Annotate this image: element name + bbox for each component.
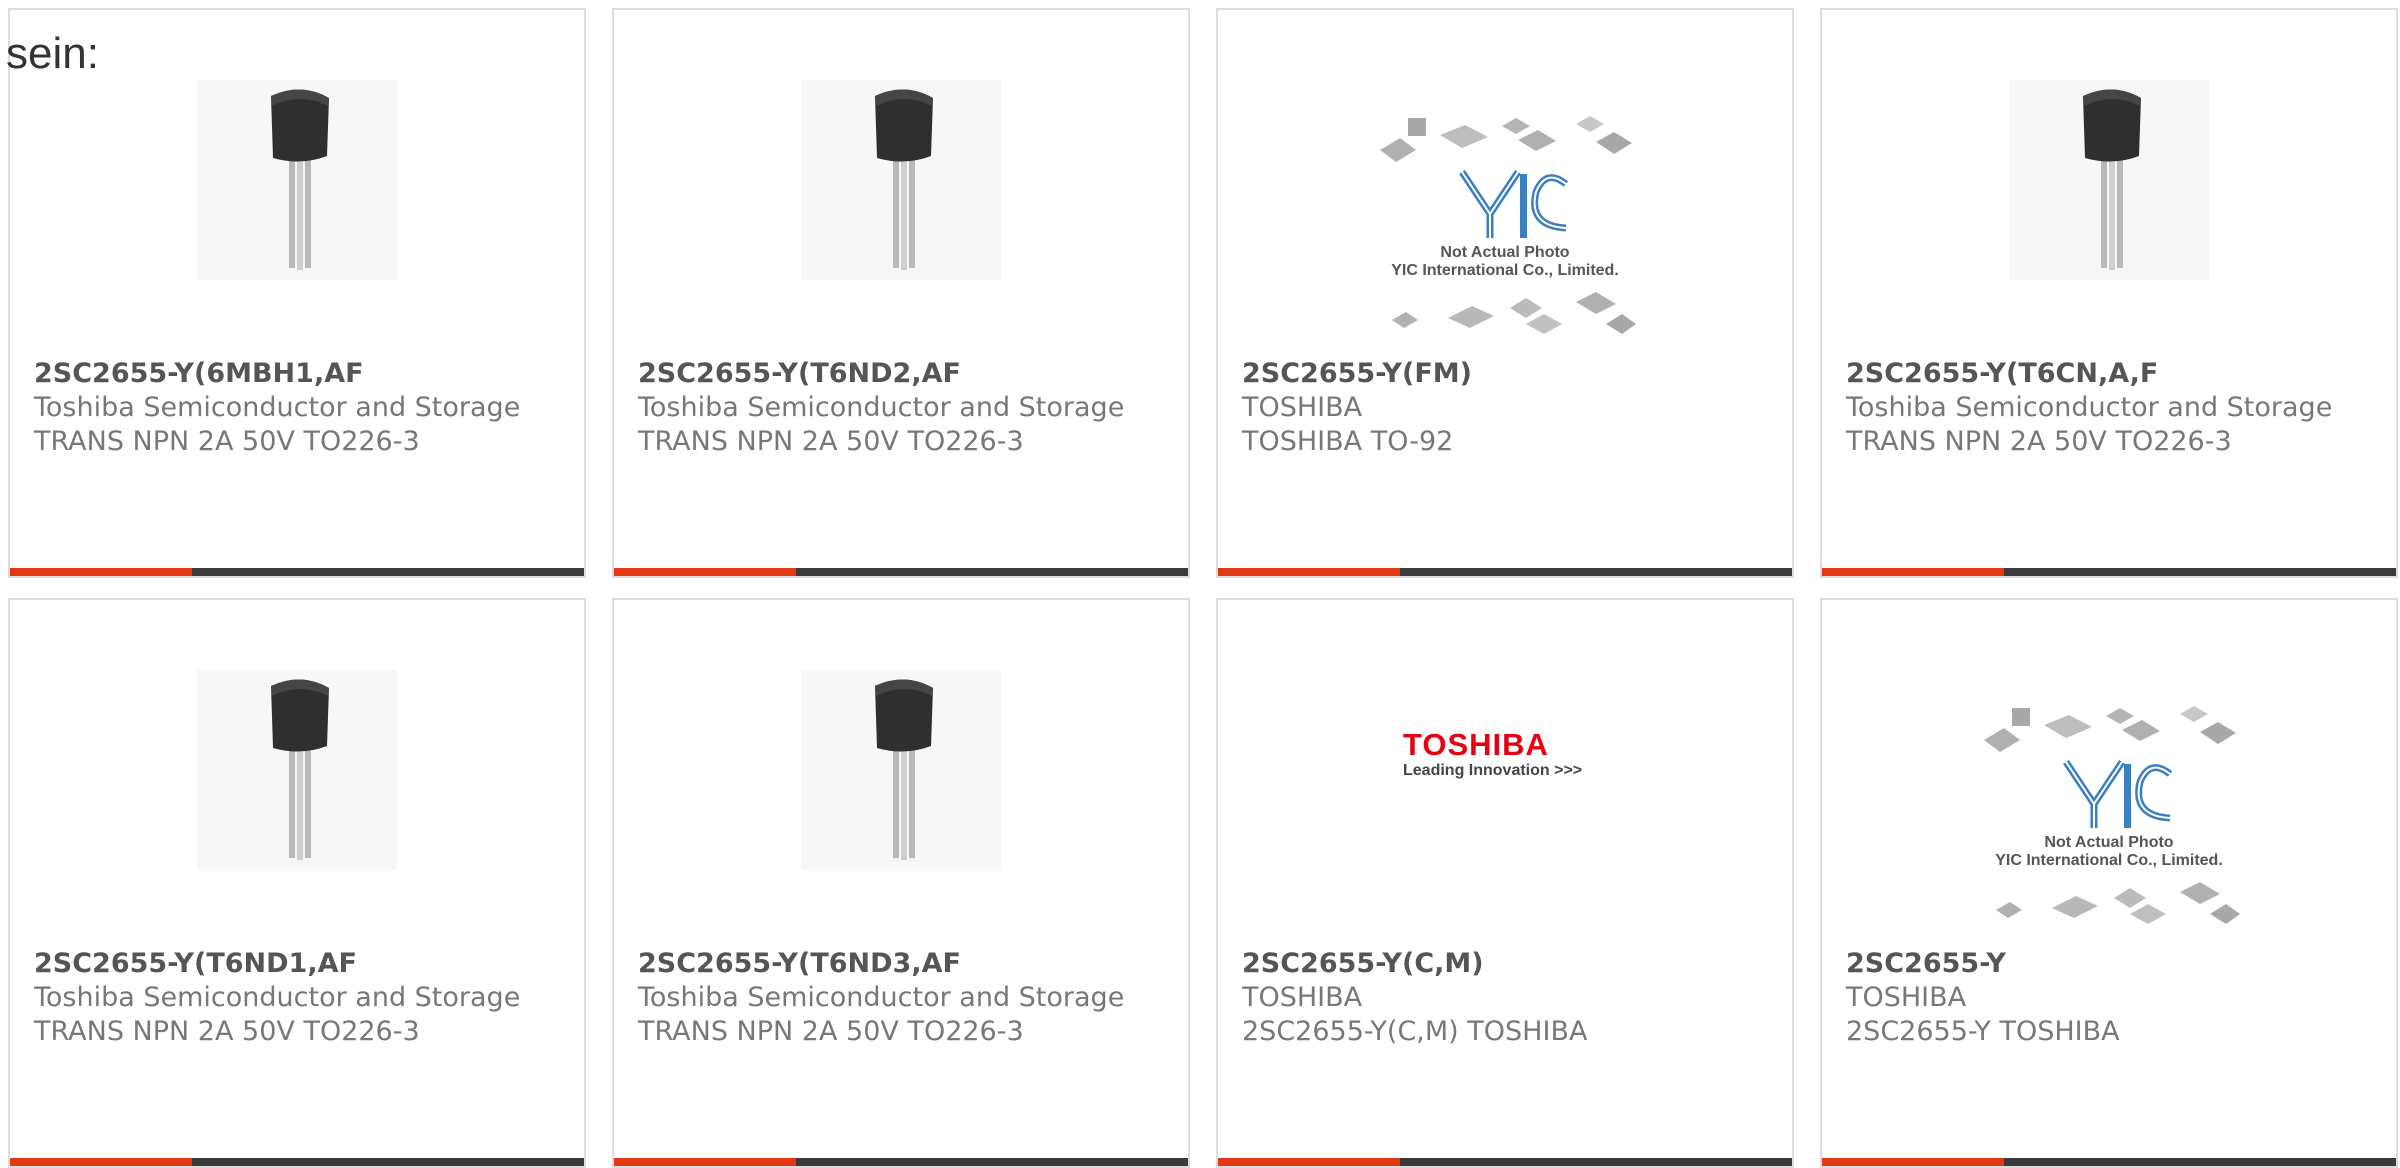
product-image[interactable] [10, 670, 584, 920]
product-manufacturer: Toshiba Semiconductor and Storage [34, 982, 521, 1013]
product-title[interactable]: 2SC2655-Y(T6ND3,AF [638, 947, 1148, 981]
product-image[interactable]: TOSHIBA Leading Innovation >>> [1218, 670, 1792, 920]
product-info: 2SC2655-Y(T6ND1,AF Toshiba Semiconductor… [34, 947, 544, 1049]
product-manufacturer: TOSHIBA [1242, 392, 1363, 423]
product-grid: 2SC2655-Y(6MBH1,AF Toshiba Semiconductor… [0, 0, 2400, 1168]
card-bottom-bar [10, 1158, 584, 1166]
card-accent [1218, 1158, 1400, 1166]
card-bottom-bar [10, 568, 584, 576]
product-card[interactable]: 2SC2655-Y(6MBH1,AF Toshiba Semiconductor… [8, 8, 586, 578]
product-description: TRANS NPN 2A 50V TO226-3 [1846, 426, 2232, 457]
product-card[interactable]: 2SC2655-Y(T6ND1,AF Toshiba Semiconductor… [8, 598, 586, 1168]
card-accent [614, 568, 796, 576]
product-card[interactable]: Not Actual Photo YIC International Co., … [1820, 598, 2398, 1168]
card-accent [10, 1158, 192, 1166]
card-bottom-bar [614, 1158, 1188, 1166]
product-info: 2SC2655-Y(T6CN,A,F Toshiba Semiconductor… [1846, 357, 2356, 459]
product-title[interactable]: 2SC2655-Y [1846, 947, 2356, 981]
card-accent [1822, 1158, 2004, 1166]
product-card[interactable]: TOSHIBA Leading Innovation >>> 2SC2655-Y… [1216, 598, 1794, 1168]
product-image[interactable] [614, 670, 1188, 920]
card-accent [1218, 568, 1400, 576]
transistor-photo-icon [2009, 80, 2209, 280]
product-title[interactable]: 2SC2655-Y(T6CN,A,F [1846, 357, 2356, 391]
transistor-photo-icon [197, 80, 397, 280]
product-manufacturer: Toshiba Semiconductor and Storage [638, 982, 1125, 1013]
chip-packages-icon [1984, 706, 2240, 924]
image-caption: Not Actual Photo [1440, 244, 1570, 261]
product-description: 2SC2655-Y(C,M) TOSHIBA [1242, 1016, 1588, 1047]
product-description: 2SC2655-Y TOSHIBA [1846, 1016, 2120, 1047]
transistor-photo-icon [197, 670, 397, 870]
card-bottom-bar [1822, 1158, 2396, 1166]
product-info: 2SC2655-Y(FM) TOSHIBA TOSHIBA TO-92 [1242, 357, 1752, 459]
product-card[interactable]: 2SC2655-Y(T6ND3,AF Toshiba Semiconductor… [612, 598, 1190, 1168]
product-description: TOSHIBA TO-92 [1242, 426, 1454, 457]
product-title[interactable]: 2SC2655-Y(T6ND2,AF [638, 357, 1148, 391]
product-image[interactable] [614, 80, 1188, 330]
product-card[interactable]: 2SC2655-Y(T6ND2,AF Toshiba Semiconductor… [612, 8, 1190, 578]
product-title[interactable]: 2SC2655-Y(FM) [1242, 357, 1752, 391]
chip-packages-icon [1380, 116, 1636, 334]
product-title[interactable]: 2SC2655-Y(6MBH1,AF [34, 357, 544, 391]
product-info: 2SC2655-Y(T6ND3,AF Toshiba Semiconductor… [638, 947, 1148, 1049]
card-bottom-bar [1218, 568, 1792, 576]
product-image[interactable]: Not Actual Photo YIC International Co., … [1218, 80, 1792, 334]
product-image[interactable] [1822, 80, 2396, 330]
card-accent [10, 568, 192, 576]
product-info: 2SC2655-Y(6MBH1,AF Toshiba Semiconductor… [34, 357, 544, 459]
product-info: 2SC2655-Y TOSHIBA 2SC2655-Y TOSHIBA [1846, 947, 2356, 1049]
product-image[interactable] [10, 80, 584, 330]
product-info: 2SC2655-Y(C,M) TOSHIBA 2SC2655-Y(C,M) TO… [1242, 947, 1752, 1049]
product-description: TRANS NPN 2A 50V TO226-3 [638, 1016, 1024, 1047]
logo-wordmark: TOSHIBA [1403, 727, 1549, 762]
yic-placeholder-image: Not Actual Photo YIC International Co., … [1974, 700, 2244, 930]
card-accent [614, 1158, 796, 1166]
card-bottom-bar [1822, 568, 2396, 576]
product-image[interactable]: Not Actual Photo YIC International Co., … [1822, 670, 2396, 924]
card-bottom-bar [1218, 1158, 1792, 1166]
image-caption: YIC International Co., Limited. [1391, 262, 1619, 279]
product-manufacturer: TOSHIBA [1846, 982, 1967, 1013]
card-accent [1822, 568, 2004, 576]
product-manufacturer: Toshiba Semiconductor and Storage [1846, 392, 2333, 423]
logo-tagline: Leading Innovation >>> [1403, 762, 1583, 779]
product-description: TRANS NPN 2A 50V TO226-3 [638, 426, 1024, 457]
product-title[interactable]: 2SC2655-Y(C,M) [1242, 947, 1752, 981]
transistor-photo-icon [801, 80, 1001, 280]
image-caption: YIC International Co., Limited. [1995, 852, 2223, 869]
product-card[interactable]: 2SC2655-Y(T6CN,A,F Toshiba Semiconductor… [1820, 8, 2398, 578]
intro-text: sein: [6, 29, 99, 78]
product-manufacturer: Toshiba Semiconductor and Storage [638, 392, 1125, 423]
image-caption: Not Actual Photo [2044, 834, 2174, 851]
toshiba-logo: TOSHIBA Leading Innovation >>> [1403, 728, 1607, 788]
product-manufacturer: TOSHIBA [1242, 982, 1363, 1013]
product-manufacturer: Toshiba Semiconductor and Storage [34, 392, 521, 423]
product-description: TRANS NPN 2A 50V TO226-3 [34, 1016, 420, 1047]
card-bottom-bar [614, 568, 1188, 576]
product-card[interactable]: Not Actual Photo YIC International Co., … [1216, 8, 1794, 578]
product-description: TRANS NPN 2A 50V TO226-3 [34, 426, 420, 457]
transistor-photo-icon [801, 670, 1001, 870]
product-title[interactable]: 2SC2655-Y(T6ND1,AF [34, 947, 544, 981]
product-info: 2SC2655-Y(T6ND2,AF Toshiba Semiconductor… [638, 357, 1148, 459]
yic-placeholder-image: Not Actual Photo YIC International Co., … [1370, 110, 1640, 340]
